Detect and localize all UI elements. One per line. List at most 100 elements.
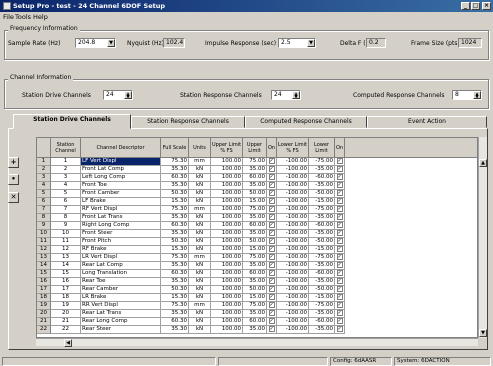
table-cell[interactable]: 100.00	[211, 294, 243, 302]
table-row[interactable]: 8 8 Front Lat Trans 35.30 kN 100.00 35.00 ✓ -100…	[37, 214, 477, 222]
limit-enabled-checkbox[interactable]: ✓	[267, 206, 277, 214]
limit-enabled-checkbox[interactable]: ✓	[267, 222, 277, 230]
limit-enabled-checkbox[interactable]: ✓	[335, 158, 345, 166]
table-cell[interactable]: kN	[189, 278, 211, 286]
table-cell[interactable]: 75.00	[243, 254, 267, 262]
table-cell[interactable]: 35.30	[161, 310, 189, 318]
table-cell[interactable]: 15.00	[243, 246, 267, 254]
table-row[interactable]: 19 19 RR Vert Displ 75.30 mm 100.00 75.00 ✓ -100…	[37, 302, 477, 310]
table-cell[interactable]: 50.30	[161, 238, 189, 246]
table-cell[interactable]: 50.30	[161, 286, 189, 294]
table-cell[interactable]: Rear Camber	[81, 286, 161, 294]
table-row[interactable]: 22 22 Rear Steer 35.30 kN 100.00 35.00 ✓ -100.00…	[37, 326, 477, 334]
row-number[interactable]: 11	[37, 238, 51, 246]
horizontal-scrollbar[interactable]: ◀	[36, 338, 478, 347]
table-cell[interactable]: 17	[51, 286, 81, 294]
limit-enabled-checkbox[interactable]: ✓	[267, 318, 277, 326]
table-cell[interactable]: -100.00	[277, 254, 309, 262]
table-row[interactable]: 7 7 RF Vert Displ 75.30 mm 100.00 75.00 ✓ -100.0…	[37, 206, 477, 214]
table-cell[interactable]: LF Brake	[81, 198, 161, 206]
table-row[interactable]: 4 4 Front Toe 35.30 kN 100.00 35.00 ✓ -100.00 -35…	[37, 182, 477, 190]
table-cell[interactable]: -100.00	[277, 214, 309, 222]
table-cell[interactable]: 35.00	[243, 326, 267, 334]
table-cell[interactable]: 15	[51, 270, 81, 278]
table-cell[interactable]: 100.00	[211, 182, 243, 190]
table-cell[interactable]: 35.00	[243, 310, 267, 318]
table-cell[interactable]: 13	[51, 254, 81, 262]
table-cell[interactable]: 10	[51, 230, 81, 238]
table-row[interactable]: 2 2 Front Lat Comp 35.30 kN 100.00 35.00 ✓ -100.…	[37, 166, 477, 174]
table-cell[interactable]: 100.00	[211, 214, 243, 222]
table-cell[interactable]: 60.30	[161, 222, 189, 230]
row-number[interactable]: 1	[37, 158, 51, 166]
table-cell[interactable]: kN	[189, 222, 211, 230]
limit-enabled-checkbox[interactable]: ✓	[267, 246, 277, 254]
table-row[interactable]: 20 20 Rear Lat Trans 35.30 kN 100.00 35.00 ✓ -10…	[37, 310, 477, 318]
table-cell[interactable]: 3	[51, 174, 81, 182]
table-cell[interactable]: -60.00	[309, 270, 335, 278]
row-number[interactable]: 10	[37, 230, 51, 238]
table-cell[interactable]: 100.00	[211, 326, 243, 334]
limit-enabled-checkbox[interactable]: ✓	[335, 286, 345, 294]
table-cell[interactable]: Front Camber	[81, 190, 161, 198]
spin-arrows-icon[interactable]: ▲ ▼	[124, 91, 132, 99]
limit-enabled-checkbox[interactable]: ✓	[335, 198, 345, 206]
table-row[interactable]: 9 9 Right Long Comp 60.30 kN 100.00 60.00 ✓ -100…	[37, 222, 477, 230]
table-cell[interactable]: kN	[189, 310, 211, 318]
table-cell[interactable]: -60.00	[309, 318, 335, 326]
table-cell[interactable]: 60.00	[243, 222, 267, 230]
row-number[interactable]: 12	[37, 246, 51, 254]
table-cell[interactable]: 75.30	[161, 254, 189, 262]
table-cell[interactable]: 60.30	[161, 318, 189, 326]
limit-enabled-checkbox[interactable]: ✓	[335, 246, 345, 254]
limit-enabled-checkbox[interactable]: ✓	[267, 294, 277, 302]
table-cell[interactable]: 100.00	[211, 238, 243, 246]
table-cell[interactable]: -100.00	[277, 302, 309, 310]
table-cell[interactable]: 35.00	[243, 182, 267, 190]
tab-station-drive[interactable]: Station Drive Channels	[13, 114, 131, 129]
limit-enabled-checkbox[interactable]: ✓	[267, 310, 277, 318]
row-number[interactable]: 7	[37, 206, 51, 214]
row-number[interactable]: 15	[37, 270, 51, 278]
table-cell[interactable]: 100.00	[211, 166, 243, 174]
maximize-button[interactable]: □	[471, 2, 480, 10]
scroll-down-icon[interactable]: ▼	[479, 329, 487, 337]
scroll-up-icon[interactable]: ▲	[479, 159, 487, 167]
minimize-button[interactable]: _	[461, 2, 470, 10]
table-cell[interactable]: -100.00	[277, 166, 309, 174]
table-cell[interactable]: -60.00	[309, 222, 335, 230]
table-cell[interactable]: Front Lat Trans	[81, 214, 161, 222]
table-cell[interactable]: 60.30	[161, 174, 189, 182]
table-cell[interactable]: 100.00	[211, 230, 243, 238]
table-row[interactable]: 1 1 LF Vert Displ 75.30 mm 100.00 75.00 ✓ -100.0…	[37, 158, 477, 166]
table-cell[interactable]: kN	[189, 270, 211, 278]
table-cell[interactable]: RR Vert Displ	[81, 302, 161, 310]
table-cell[interactable]: 100.00	[211, 310, 243, 318]
table-cell[interactable]: -15.00	[309, 246, 335, 254]
table-cell[interactable]: 60.00	[243, 174, 267, 182]
limit-enabled-checkbox[interactable]: ✓	[267, 166, 277, 174]
impulse-response-select[interactable]: 2.5 ▼	[278, 38, 316, 48]
limit-enabled-checkbox[interactable]: ✓	[267, 214, 277, 222]
menu-tools[interactable]: Tools	[15, 13, 31, 21]
row-number[interactable]: 3	[37, 174, 51, 182]
table-cell[interactable]: -100.00	[277, 158, 309, 166]
table-cell[interactable]: -100.00	[277, 182, 309, 190]
limit-enabled-checkbox[interactable]: ✓	[267, 158, 277, 166]
table-cell[interactable]: -100.00	[277, 262, 309, 270]
table-cell[interactable]: -60.00	[309, 174, 335, 182]
table-cell[interactable]: -35.00	[309, 326, 335, 334]
table-cell[interactable]: 35.30	[161, 230, 189, 238]
table-cell[interactable]: 35.00	[243, 230, 267, 238]
row-number[interactable]: 6	[37, 198, 51, 206]
chevron-down-icon[interactable]: ▼	[307, 39, 315, 47]
limit-enabled-checkbox[interactable]: ✓	[335, 214, 345, 222]
limit-enabled-checkbox[interactable]: ✓	[335, 230, 345, 238]
table-cell[interactable]: -100.00	[277, 190, 309, 198]
limit-enabled-checkbox[interactable]: ✓	[335, 302, 345, 310]
table-cell[interactable]: -35.00	[309, 214, 335, 222]
vertical-scrollbar[interactable]: ▲ ▼	[478, 137, 487, 338]
table-cell[interactable]: Rear Lat Comp	[81, 262, 161, 270]
table-cell[interactable]: 100.00	[211, 302, 243, 310]
table-cell[interactable]: LF Vert Displ	[81, 158, 161, 166]
